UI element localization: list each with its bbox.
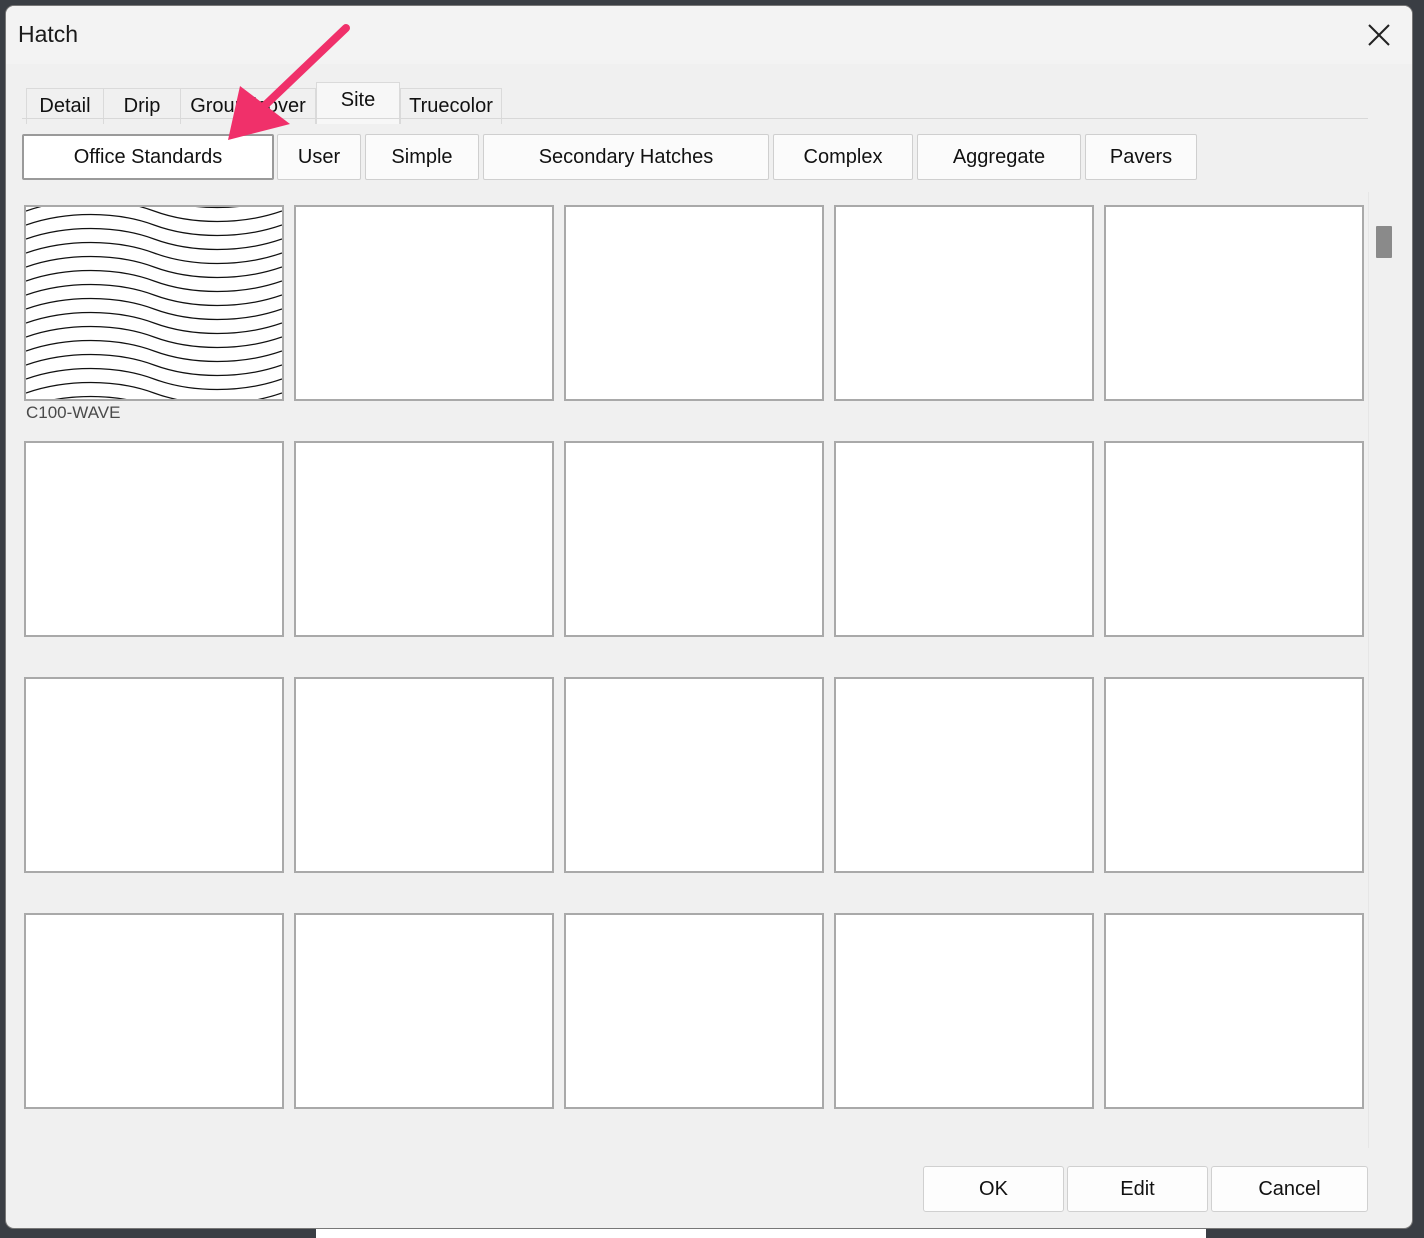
hatch-swatch-c100-wave[interactable] [24, 205, 284, 401]
title-bar: Hatch [6, 6, 1412, 64]
edit-label: Edit [1120, 1177, 1155, 1200]
close-icon [1368, 24, 1390, 46]
hatch-swatch-empty[interactable] [564, 205, 824, 401]
hatch-swatch-empty[interactable] [564, 913, 824, 1109]
hatch-dialog: Hatch Detail Drip Groundcover Truecolor … [6, 6, 1412, 1228]
tab-divider [22, 118, 1368, 119]
hatch-swatch-empty[interactable] [294, 913, 554, 1109]
ok-button[interactable]: OK [923, 1166, 1064, 1212]
category-secondary-hatches-button[interactable]: Secondary Hatches [483, 134, 769, 180]
vertical-scrollbar[interactable] [1368, 192, 1398, 1148]
hatch-swatch-empty[interactable] [834, 913, 1094, 1109]
category-pavers-button[interactable]: Pavers [1085, 134, 1197, 180]
swatch-label: C100-WAVE [26, 403, 121, 422]
category-simple-button[interactable]: Simple [365, 134, 479, 180]
hatch-swatch-empty[interactable] [24, 913, 284, 1109]
tab-label: Truecolor [409, 95, 493, 117]
category-label: Secondary Hatches [538, 145, 714, 168]
category-label: Simple [391, 145, 453, 168]
category-label: User [297, 145, 341, 168]
hatch-swatch-empty[interactable] [834, 205, 1094, 401]
category-label: Aggregate [952, 145, 1046, 168]
edit-button[interactable]: Edit [1067, 1166, 1208, 1212]
dialog-title: Hatch [18, 21, 79, 47]
close-button[interactable] [1362, 18, 1396, 52]
category-label: Complex [803, 145, 883, 168]
hatch-swatch-empty[interactable] [834, 677, 1094, 873]
hatch-swatch-empty[interactable] [294, 205, 554, 401]
hatch-swatch-empty[interactable] [1104, 677, 1364, 873]
tab-label: Site [340, 89, 376, 111]
hatch-pattern-grid: C100-WAVE [22, 196, 1372, 1146]
hatch-swatch-empty[interactable] [564, 677, 824, 873]
wave-pattern-icon [26, 207, 282, 399]
tab-label: Detail [39, 95, 91, 117]
category-complex-button[interactable]: Complex [773, 134, 913, 180]
cancel-label: Cancel [1258, 1177, 1321, 1200]
cancel-button[interactable]: Cancel [1211, 1166, 1368, 1212]
tab-label: Drip [123, 95, 161, 117]
category-office-standards-button[interactable]: Office Standards [22, 134, 274, 180]
category-label: Pavers [1109, 145, 1173, 168]
scrollbar-track [1368, 192, 1369, 1148]
hatch-swatch-empty[interactable] [1104, 205, 1364, 401]
hatch-swatch-empty[interactable] [294, 677, 554, 873]
hatch-swatch-empty[interactable] [1104, 913, 1364, 1109]
scrollbar-thumb[interactable] [1376, 226, 1392, 258]
hatch-swatch-empty[interactable] [1104, 441, 1364, 637]
category-user-button[interactable]: User [277, 134, 361, 180]
hatch-swatch-empty[interactable] [294, 441, 554, 637]
category-aggregate-button[interactable]: Aggregate [917, 134, 1081, 180]
ok-label: OK [979, 1177, 1008, 1200]
hatch-swatch-empty[interactable] [24, 677, 284, 873]
hatch-swatch-empty[interactable] [834, 441, 1094, 637]
tab-label: Groundcover [190, 95, 306, 117]
hatch-swatch-empty[interactable] [24, 441, 284, 637]
hatch-swatch-empty[interactable] [564, 441, 824, 637]
category-label: Office Standards [73, 145, 223, 168]
